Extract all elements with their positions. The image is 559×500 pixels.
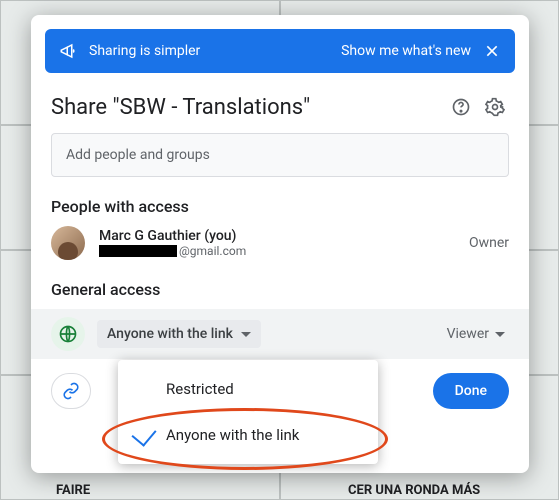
access-level-dropdown-button[interactable]: Anyone with the link (97, 320, 261, 348)
person-row: Marc G Gauthier (you) @gmail.com Owner (31, 226, 529, 260)
permission-label: Viewer (447, 326, 489, 342)
access-level-label: Anyone with the link (107, 326, 233, 342)
copy-link-button[interactable] (51, 373, 91, 409)
help-button[interactable] (447, 93, 475, 121)
people-access-heading: People with access (51, 197, 509, 216)
bg-text-right: CER UNA RONDA MÁS (348, 483, 480, 498)
bg-text-left: FAIRE (56, 483, 90, 498)
chevron-down-icon (495, 332, 505, 337)
general-access-row: Anyone with the link Viewer (31, 309, 529, 359)
avatar (51, 226, 85, 260)
access-option-anyone-link[interactable]: Anyone with the link (118, 412, 378, 458)
permission-dropdown-button[interactable]: Viewer (447, 326, 509, 342)
megaphone-icon (59, 42, 77, 60)
globe-icon (51, 317, 85, 351)
access-level-menu: Restricted Anyone with the link (118, 360, 378, 464)
dialog-title: Share "SBW - Translations" (51, 95, 441, 120)
banner-close-button[interactable] (483, 42, 501, 60)
person-role: Owner (469, 235, 509, 251)
info-banner: Sharing is simpler Show me what's new (45, 29, 515, 73)
redacted-email-prefix (99, 245, 177, 257)
add-people-input[interactable]: Add people and groups (51, 133, 509, 177)
person-name: Marc G Gauthier (you) (99, 228, 455, 244)
add-people-placeholder: Add people and groups (66, 147, 210, 163)
settings-button[interactable] (481, 93, 509, 121)
person-email: @gmail.com (99, 244, 455, 258)
general-access-heading: General access (51, 280, 509, 299)
access-option-restricted[interactable]: Restricted (118, 366, 378, 412)
done-button[interactable]: Done (433, 373, 509, 409)
banner-cta-link[interactable]: Show me what's new (341, 43, 471, 59)
banner-message: Sharing is simpler (89, 43, 200, 59)
chevron-down-icon (241, 332, 251, 337)
